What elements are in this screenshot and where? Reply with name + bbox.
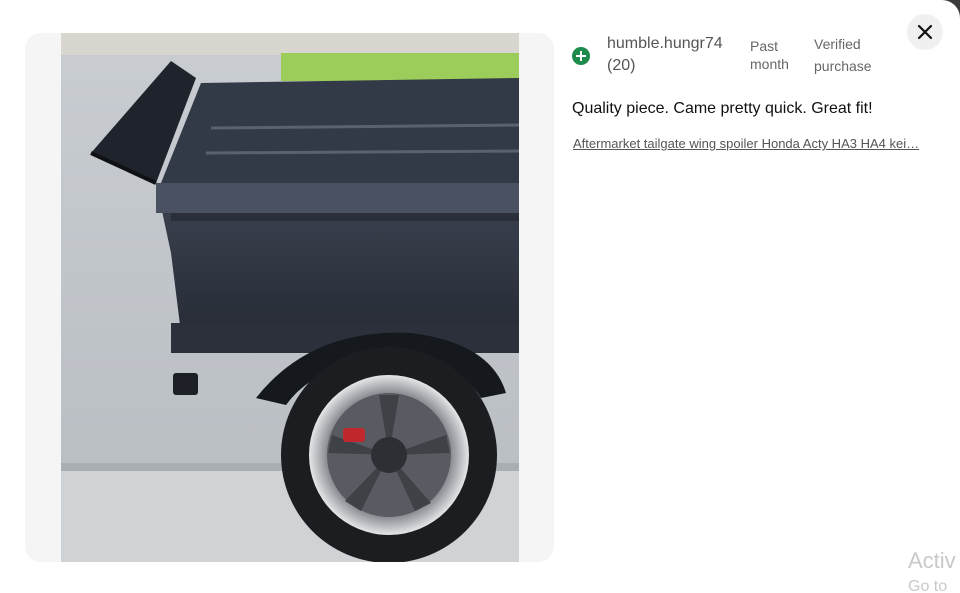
- review-time-line1: Past: [750, 38, 779, 54]
- reviewer-review-count: (20): [607, 57, 636, 74]
- review-photo-panel: [25, 33, 554, 562]
- plus-circle-icon[interactable]: [572, 47, 590, 65]
- review-text: Quality piece. Came pretty quick. Great …: [572, 100, 873, 117]
- activation-watermark-subline: Go to: [908, 578, 948, 593]
- review-time-line2: month: [750, 56, 789, 72]
- review-photo[interactable]: [61, 33, 519, 562]
- verified-purchase-line2: purchase: [814, 58, 872, 74]
- reviewer-header: humble.hungr74 (20) Past month Verified …: [572, 34, 942, 84]
- review-modal: humble.hungr74 (20) Past month Verified …: [0, 0, 960, 593]
- reviewer-username[interactable]: humble.hungr74: [607, 35, 723, 53]
- product-link[interactable]: Aftermarket tailgate wing spoiler Honda …: [573, 136, 929, 151]
- activation-watermark: Activ: [908, 548, 956, 573]
- verified-purchase-line1: Verified: [814, 36, 861, 52]
